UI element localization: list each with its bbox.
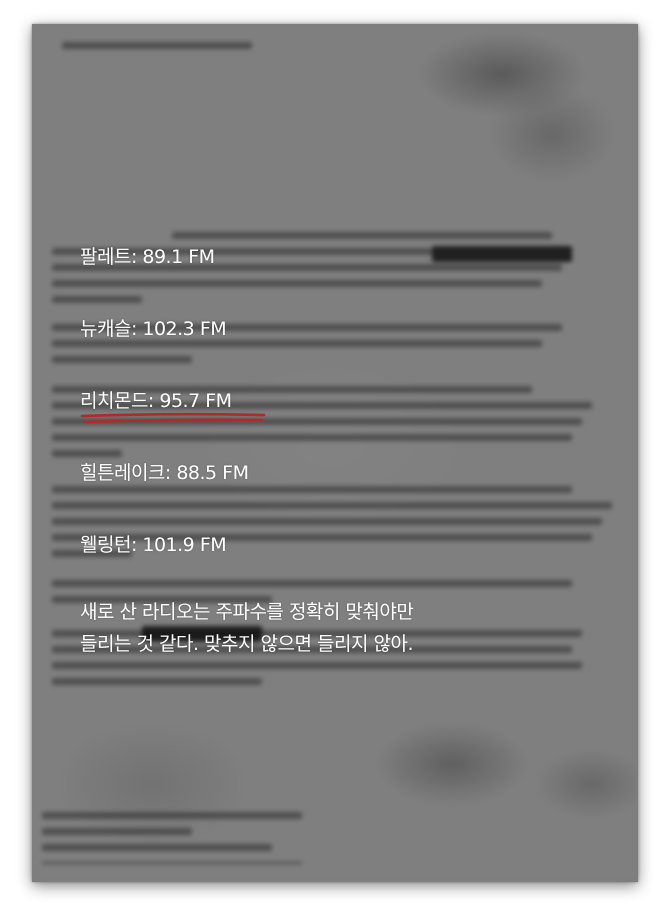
blurred-letter-background <box>32 24 638 882</box>
blurred-document-card: 팔레트: 89.1 FM 뉴캐슬: 102.3 FM 리치몬드: 95.7 FM… <box>32 24 638 882</box>
caption-line-1: 새로 산 라디오는 주파수를 정확히 맞춰야만 <box>80 601 414 623</box>
station-newcastle: 뉴캐슬: 102.3 FM <box>80 318 227 340</box>
station-richmond: 리치몬드: 95.7 FM <box>80 390 232 412</box>
station-wellington: 웰링턴: 101.9 FM <box>80 534 227 556</box>
caption-line-2: 들리는 것 같다. 맞추지 않으면 들리지 않아. <box>80 633 413 655</box>
station-hilton-lake: 힐튼레이크: 88.5 FM <box>80 462 249 484</box>
station-palette: 팔레트: 89.1 FM <box>80 246 215 268</box>
red-underline-mark <box>80 412 266 424</box>
